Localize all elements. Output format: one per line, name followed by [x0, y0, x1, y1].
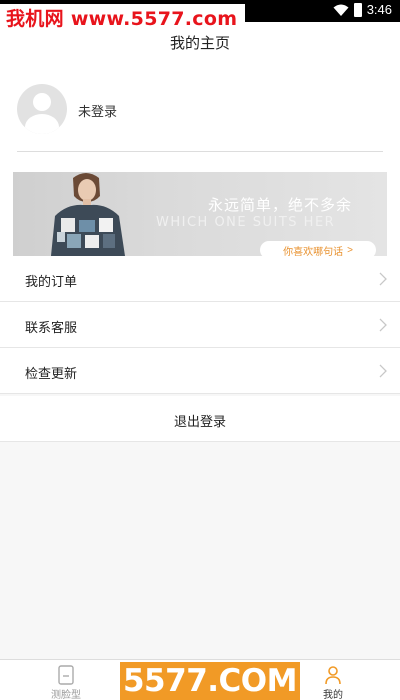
menu-item-label: 联系客服 [25, 320, 78, 335]
avatar[interactable] [17, 84, 67, 134]
page-title: 我的主页 [169, 35, 230, 52]
avatar-head-shape [33, 93, 51, 111]
menu-item-updates[interactable]: 检查更新 [0, 348, 400, 394]
banner-subline: WHICH ONE SUITS HER [156, 215, 336, 230]
status-time: 3:46 [366, 2, 392, 17]
profile-section[interactable]: 未登录 [0, 62, 400, 156]
tab-mine[interactable]: 我的 [305, 660, 361, 700]
divider [17, 151, 383, 152]
menu-item-support[interactable]: 联系客服 [0, 302, 400, 348]
logout-button[interactable]: 退出登录 [0, 396, 400, 442]
chevron-right-icon [379, 318, 387, 332]
promo-banner[interactable]: 永远简单，绝不多余 WHICH ONE SUITS HER 你喜欢哪句话 > [13, 172, 387, 256]
banner-headline: 永远简单，绝不多余 [208, 197, 353, 214]
status-icons: 3:46 [333, 2, 392, 17]
model-photo [51, 173, 125, 256]
chevron-right-icon [379, 272, 387, 286]
watermark-text: 我机网 www.5577.com [6, 7, 238, 30]
banner-button[interactable]: 你喜欢哪句话 > [260, 241, 376, 256]
avatar-body-shape [25, 114, 59, 134]
tab-label: 测脸型 [51, 690, 81, 700]
watermark-logo-bottom: 5577.COM [120, 662, 300, 700]
battery-icon [353, 2, 362, 17]
menu-item-label: 我的订单 [25, 274, 78, 289]
login-status[interactable]: 未登录 [78, 101, 117, 120]
tab-label: 我的 [323, 690, 343, 700]
tab-face-shape[interactable]: 测脸型 [36, 660, 96, 700]
logout-label: 退出登录 [173, 414, 226, 429]
watermark-logo: 我机网 www.5577.com [0, 4, 246, 30]
watermark-text: 5577.COM [122, 663, 298, 699]
person-icon [325, 666, 341, 685]
banner-button-arrow: > [347, 244, 353, 256]
banner-area: 永远简单，绝不多余 WHICH ONE SUITS HER 你喜欢哪句话 > [0, 156, 400, 256]
wifi-icon [333, 4, 349, 16]
chevron-right-icon [379, 364, 387, 378]
menu-item-orders[interactable]: 我的订单 [0, 256, 400, 302]
face-shape-icon [58, 665, 74, 685]
menu-list: 我的订单 联系客服 检查更新 [0, 256, 400, 394]
menu-item-label: 检查更新 [25, 366, 78, 381]
banner-button-label: 你喜欢哪句话 [283, 246, 344, 257]
